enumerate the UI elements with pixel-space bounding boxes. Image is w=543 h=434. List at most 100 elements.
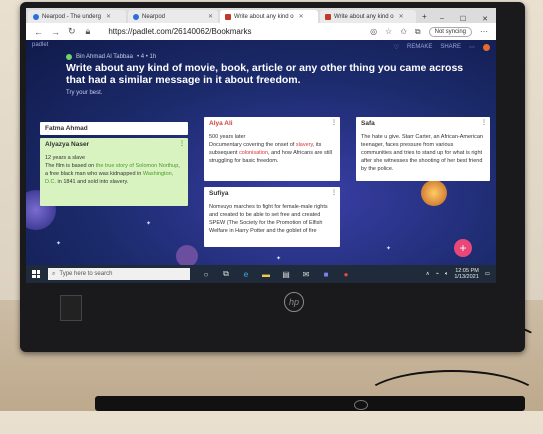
post-text-segment: colonisation [238,150,269,156]
post-title: Fatma Ahmad [45,125,88,132]
remake-button[interactable]: REMAKE [407,44,432,50]
edge-icon[interactable]: e [240,270,252,279]
post-body: Nomvuyo marches to fight for female-male… [209,204,328,234]
close-icon[interactable]: ✕ [399,13,404,20]
post-card-fatma[interactable]: Fatma Ahmad [40,122,188,135]
task-view-icon[interactable]: ⧉ [220,269,232,279]
address-bar: ← → ↻ 🔒︎ https://padlet.com/26140062/Boo… [26,23,496,41]
back-icon[interactable]: ← [34,27,43,37]
tab-nearpod-1[interactable]: Nearpod - The underg ✕ [28,10,126,23]
new-tab-button[interactable]: + [422,12,427,21]
search-placeholder: Type here to search [59,271,113,277]
page-subtitle: Try your best. [66,90,103,96]
network-icon[interactable]: ⌁ [436,271,439,277]
tab-padlet-active[interactable]: Write about any kind o ✕ [220,10,318,23]
nearpod-icon [133,13,139,20]
window-controls: – ☐ ✕ [432,15,496,23]
sticker [60,295,82,321]
forward-icon[interactable]: → [51,27,60,37]
tab-padlet[interactable]: Write about any kind o ✕ [320,10,416,23]
stand-logo-icon [354,400,368,410]
sync-button[interactable]: Not syncing [428,26,472,37]
favorite-star-icon[interactable]: ☆ [385,27,392,36]
url-field[interactable]: https://padlet.com/26140062/Bookmarks [108,27,370,36]
close-icon[interactable]: ✕ [299,13,304,20]
post-text-segment: 500 years later [209,134,246,140]
post-menu-icon[interactable]: ⋮ [331,119,337,127]
add-post-button[interactable]: + [454,239,472,257]
star-decoration: ✦ [276,256,282,262]
close-icon[interactable]: ✕ [208,13,213,20]
post-menu-icon[interactable]: ⋮ [481,119,487,127]
tab-label: Write about any kind o [234,13,294,20]
post-title: Safa ⋮ [356,117,490,131]
lock-icon: 🔒︎ [85,26,91,36]
post-title-text: Sufiya [209,190,229,197]
address-actions: ◎ ☆ ✩ ⧉ Not syncing ⋯ [370,26,488,37]
post-menu-icon[interactable]: ⋮ [331,189,337,197]
hp-logo: hp [284,292,304,312]
maximize-icon[interactable]: ☐ [452,15,474,23]
tab-label: Write about any kind o [334,13,394,20]
post-body: 12 years a slave The film is based on the… [40,152,188,190]
post-text-segment: in 1841 and sold into slavery. [56,179,129,185]
minimize-icon[interactable]: – [432,15,452,23]
post-meta: • 4 • 1h [136,54,157,60]
refresh-icon[interactable]: ↻ [68,26,76,37]
padlet-header: padlet ♡ REMAKE SHARE ⋯ [32,42,490,52]
notifications-icon[interactable]: ▭ [485,271,490,277]
star-decoration: ✦ [146,221,152,227]
share-button[interactable]: SHARE [440,44,461,50]
author-name: Bin Ahmad Al Tabbaa [76,54,133,60]
star-decoration: ✦ [56,241,62,247]
taskbar: ⌕ Type here to search ○ ⧉ e ▬ ▤ ✉ ■ ● ∧ … [26,265,496,283]
tray-chevron-icon[interactable]: ∧ [426,271,430,277]
post-card-sufiya[interactable]: Sufiya ⋮ Nomvuyo marches to fight for fe… [204,187,340,247]
post-card-alyazya[interactable]: Alyazya Naser ⋮ 12 years a slave The film… [40,138,188,206]
system-tray: ∧ ⌁ 🔈︎ 12:05 PM 1/13/2021 ▭ [426,268,490,280]
post-title: Alya Ali ⋮ [204,117,340,131]
post-text-segment: slavery [295,142,313,148]
screen: Nearpod - The underg ✕ Nearpod ✕ Write a… [26,8,496,283]
padlet-logo[interactable]: padlet [32,42,48,52]
file-explorer-icon[interactable]: ▬ [260,270,272,279]
close-window-icon[interactable]: ✕ [474,15,496,23]
read-aloud-icon[interactable]: ◎ [370,27,377,36]
windows-start-icon[interactable] [32,270,40,278]
star-decoration: ✦ [386,246,392,252]
planet-decoration [421,180,447,206]
collections-icon[interactable]: ⧉ [415,27,421,37]
tab-nearpod-2[interactable]: Nearpod ✕ [128,10,218,23]
heart-icon[interactable]: ♡ [394,44,399,51]
avatar[interactable] [483,43,490,51]
post-text-segment: The film is based on [45,163,96,169]
app-icon[interactable]: ● [340,270,352,279]
more-icon[interactable]: ⋯ [480,27,488,36]
post-card-alya[interactable]: Alya Ali ⋮ 500 years later Documentary co… [204,117,340,181]
mail-icon[interactable]: ✉ [300,270,312,279]
post-body: The hate u give. Starr Carter, an Africa… [361,134,483,172]
close-icon[interactable]: ✕ [106,13,111,20]
volume-icon[interactable]: 🔈︎ [445,271,448,278]
favorites-icon[interactable]: ✩ [400,27,407,36]
clock[interactable]: 12:05 PM 1/13/2021 [454,268,478,280]
post-title: Alyazya Naser ⋮ [40,138,188,152]
post-title-text: Alyazya Naser [45,141,90,148]
teams-icon[interactable]: ■ [320,270,332,279]
more-icon[interactable]: ⋯ [469,44,475,51]
tab-label: Nearpod [142,13,166,20]
taskbar-apps: ○ ⧉ e ▬ ▤ ✉ ■ ● [200,269,352,279]
cortana-icon[interactable]: ○ [200,270,212,279]
post-body: 500 years later Documentary covering the … [204,131,340,169]
post-menu-icon[interactable]: ⋮ [179,140,185,148]
taskbar-search[interactable]: ⌕ Type here to search [48,268,190,280]
post-card-safa[interactable]: Safa ⋮ The hate u give. Starr Carter, an… [356,117,490,181]
padlet-icon [225,13,231,20]
store-icon[interactable]: ▤ [280,270,292,279]
post-text-segment: 12 years a slave [45,155,86,161]
post-title-text: Safa [361,120,375,127]
clock-date: 1/13/2021 [454,274,479,280]
tab-strip: Nearpod - The underg ✕ Nearpod ✕ Write a… [26,8,496,23]
post-text-segment[interactable]: the true story of Solomon Northup [96,163,179,169]
nearpod-icon [33,13,39,20]
